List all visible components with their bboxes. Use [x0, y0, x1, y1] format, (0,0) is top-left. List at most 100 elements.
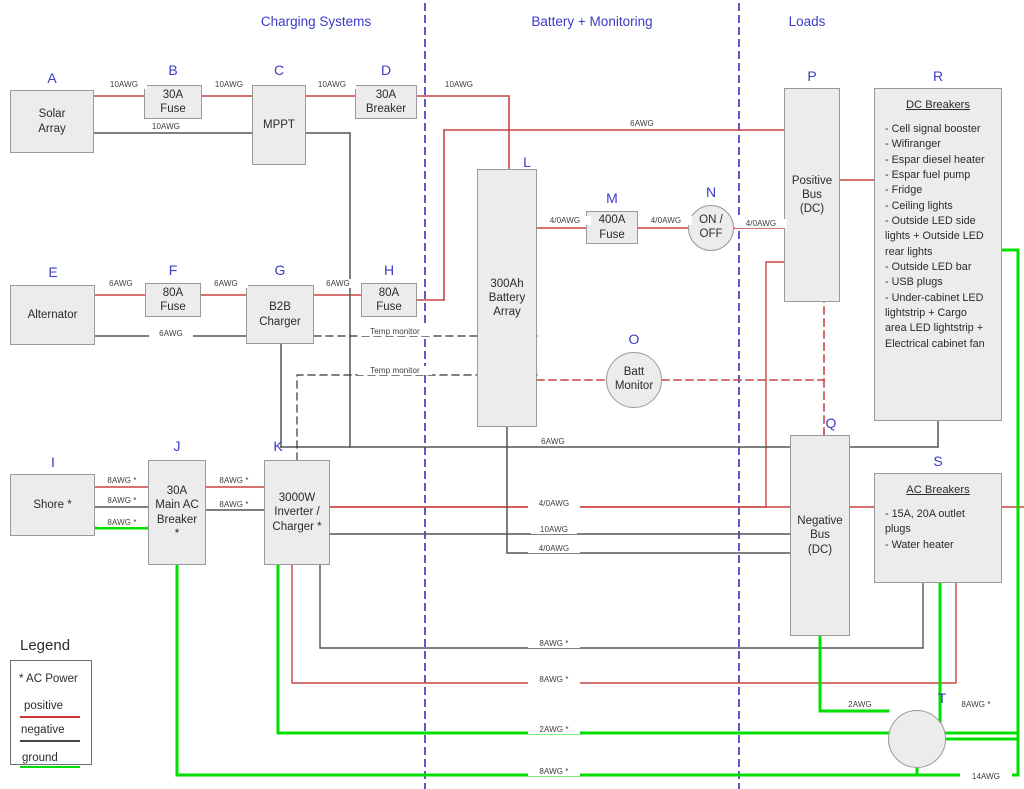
ref-label-M: M	[606, 190, 618, 206]
dc-breaker-item: - Wifiranger	[885, 138, 941, 151]
negative-bus-dc[interactable]: Negative Bus (DC)	[790, 435, 850, 636]
dc-breaker-item: - Outside LED bar	[885, 260, 972, 273]
alternator-fuse-80a[interactable]: 80A Fuse	[145, 283, 201, 317]
wire-label: 4/0AWG	[735, 219, 787, 228]
wiring-diagram-canvas: Charging Systems Battery + Monitoring Lo…	[0, 0, 1024, 789]
wire-label: 10AWG	[531, 525, 577, 534]
wire-label: 10AWG	[101, 80, 147, 89]
ref-label-H: H	[383, 262, 395, 278]
ac-breakers-header: AC Breakers	[906, 484, 970, 496]
wire-label: 6AWG	[204, 279, 248, 288]
wire-label: 8AWG *	[528, 767, 580, 776]
main-ac-line-1: 30A	[166, 485, 188, 498]
wire-dc-breakers-neg-return	[849, 420, 939, 448]
ref-label-C: C	[273, 62, 285, 78]
ac-breakers-panel[interactable]: AC Breakers - 15A, 20A outlet plugs - Wa…	[874, 473, 1002, 583]
batt-monitor-line-2: Monitor	[614, 380, 654, 392]
dc-breaker-item: - Under-cabinet LED lightstrip + Cargo a…	[885, 291, 985, 350]
neg-bus-line-2: Bus	[810, 529, 830, 542]
ref-label-E: E	[48, 264, 58, 280]
legend-title: Legend	[20, 637, 71, 654]
positive-bus-dc[interactable]: Positive Bus (DC)	[784, 88, 840, 302]
wire-inverter-ground-down	[276, 563, 1020, 735]
legend-negative-rule	[20, 740, 80, 742]
b2b-fuse-80a[interactable]: 80A Fuse	[361, 283, 417, 317]
wire-label: 10AWG	[435, 80, 483, 89]
wire-label: 6AWG	[149, 329, 193, 338]
ac-breaker-item: - 15A, 20A outlet plugs	[885, 507, 965, 536]
legend-positive-rule	[20, 716, 80, 718]
wire-label: 2AWG	[838, 700, 882, 709]
solar-fuse-30a[interactable]: 30A Fuse	[144, 85, 202, 119]
wire-inverter-ac-out-hot	[291, 564, 957, 684]
neg-bus-line-3: (DC)	[807, 543, 833, 556]
wire-label: 8AWG *	[97, 476, 147, 485]
wire-label: Temp monitor	[358, 327, 432, 336]
dc-breaker-item: - Espar fuel pump	[885, 168, 971, 181]
batt-fuse-line-2: Fuse	[599, 228, 625, 241]
ref-label-K: K	[273, 438, 283, 454]
alt-fuse-line-2: Fuse	[160, 301, 186, 313]
battery-monitor[interactable]: Batt Monitor	[606, 352, 662, 408]
inverter-charger-3000w[interactable]: 3000W Inverter / Charger *	[264, 460, 330, 565]
wire-label: 4/0AWG	[528, 544, 580, 553]
solar-breaker-line-2: Breaker	[365, 103, 407, 115]
solar-array[interactable]: Solar Array	[10, 90, 94, 153]
inverter-line-2: Inverter /	[274, 506, 320, 519]
ac-breaker-item: - Water heater	[885, 538, 954, 551]
ref-label-S: S	[933, 453, 943, 469]
wire-label: 8AWG *	[950, 700, 1002, 709]
switch-line-1: ON /	[699, 214, 723, 227]
battery-array-300ah[interactable]: 300Ah Battery Array	[477, 169, 537, 427]
shore-power[interactable]: Shore *	[10, 474, 95, 536]
inverter-line-1: 3000W	[278, 492, 316, 505]
main-ac-line-2: Main AC	[155, 499, 199, 512]
wire-acbreakers-ground	[938, 581, 948, 741]
solar-breaker-30a[interactable]: 30A Breaker	[355, 85, 417, 119]
wire-label: 14AWG	[960, 772, 1012, 781]
legend-ground-rule	[20, 766, 80, 768]
solar-breaker-line-1: 30A	[375, 88, 397, 101]
ref-label-B: B	[168, 62, 178, 78]
mppt-controller[interactable]: MPPT	[252, 85, 306, 165]
alternator[interactable]: Alternator	[10, 285, 95, 345]
solar-array-line-2: Array	[38, 122, 66, 135]
wire-label: 8AWG *	[209, 476, 259, 485]
dc-breakers-panel[interactable]: DC Breakers - Cell signal booster - Wifi…	[874, 88, 1002, 421]
legend-ac-power-note: * AC Power	[19, 673, 78, 685]
ref-label-N: N	[705, 184, 717, 200]
batt-monitor-line-1: Batt	[623, 366, 645, 379]
wire-label: 10AWG	[206, 80, 252, 89]
ref-label-L: L	[523, 154, 531, 170]
battery-switch-on-off[interactable]: ON / OFF	[688, 205, 734, 251]
battery-line-3: Array	[493, 306, 521, 318]
mppt-line-1: MPPT	[263, 118, 295, 131]
inverter-line-3: Charger *	[272, 520, 322, 533]
wire-label: 8AWG *	[97, 496, 147, 505]
ref-label-O: O	[628, 331, 640, 347]
batt-fuse-line-1: 400A	[598, 214, 626, 227]
shore-line-1: Shore *	[33, 498, 72, 511]
b2b-fuse-line-1: 80A	[378, 286, 400, 299]
wire-label: 2AWG *	[528, 725, 580, 734]
dc-breaker-item: - Ceiling lights	[885, 199, 953, 212]
b2b-charger[interactable]: B2B Charger	[246, 285, 314, 344]
pos-bus-line-1: Positive	[791, 174, 833, 187]
dc-breakers-header: DC Breakers	[905, 99, 971, 111]
chassis-ground[interactable]	[888, 710, 946, 768]
dc-breaker-item: - Outside LED side lights + Outside LED …	[885, 214, 984, 258]
ref-label-Q: Q	[825, 415, 837, 431]
wire-label: 4/0AWG	[528, 499, 580, 508]
battery-fuse-400a[interactable]: 400A Fuse	[586, 211, 638, 244]
wire-label: 10AWG	[142, 122, 190, 131]
main-ac-line-3: Breaker	[156, 513, 198, 526]
alternator-line-1: Alternator	[27, 308, 78, 321]
solar-fuse-line-1: 30A	[162, 88, 184, 101]
wire-label: 6AWG	[620, 119, 664, 128]
switch-line-2: OFF	[699, 228, 723, 240]
b2b-line-2: Charger	[259, 315, 301, 328]
main-ac-breaker-30a[interactable]: 30A Main AC Breaker *	[148, 460, 206, 565]
ref-label-P: P	[807, 68, 817, 84]
ref-label-J: J	[173, 438, 181, 454]
ref-label-G: G	[274, 262, 286, 278]
